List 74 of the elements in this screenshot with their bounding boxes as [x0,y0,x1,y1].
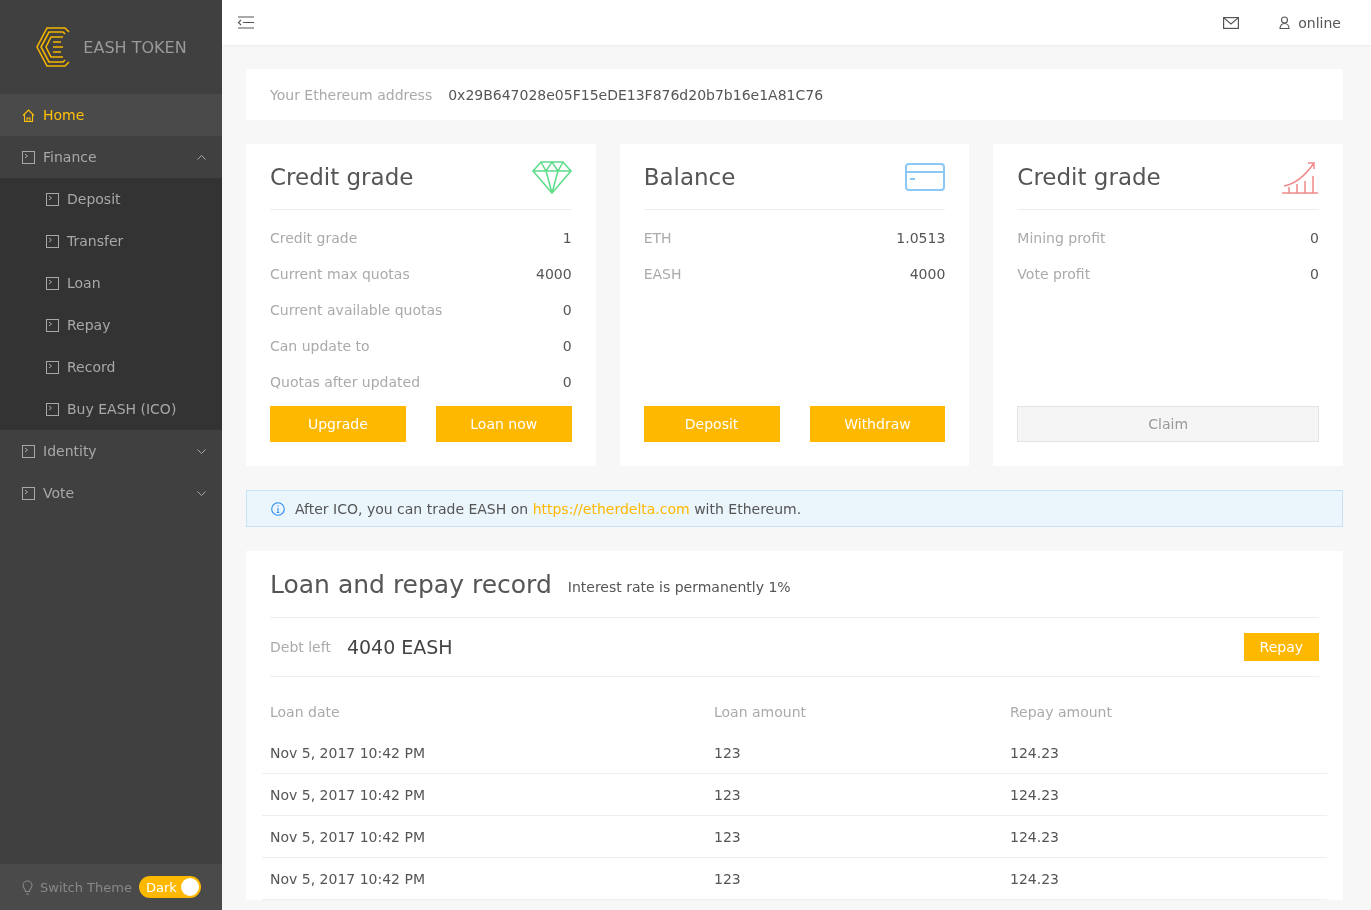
row-label: Current available quotas [270,302,443,318]
row-value: 0 [562,374,572,390]
debt-value: 4040 EASH [346,636,454,658]
row-label: Credit grade [270,230,358,246]
card-title: Credit grade [1017,163,1161,190]
page-icon [46,318,59,332]
row-label: Vote profit [1017,266,1091,282]
address-value: 0x29B647028e05F15eDE13F876d20b7b16e1A81C76 [448,86,824,103]
row-value: 1 [562,230,572,246]
row-label: Mining profit [1017,230,1106,246]
notice-text: After ICO, you can trade EASH on https://etherdelta.com with Ethereum. [295,500,802,517]
sidebar-item[interactable]: Vote [0,472,222,514]
table-cell: Nov 5, 2017 10:42 PM [262,732,706,774]
sidebar-item[interactable]: Home [0,94,222,136]
submenu-item[interactable]: Buy EASH (ICO) [0,388,222,430]
page-icon [22,486,35,500]
column-header: Loan date [269,702,341,722]
diamond-icon [531,159,572,194]
record-subtitle: Interest rate is permanently 1% [567,578,791,595]
table-cell: 123 [706,732,1002,774]
page-icon [46,192,59,206]
row-value: 4000 [536,266,572,282]
card-title: Credit grade [270,163,414,190]
row-label: Can update to [270,338,370,354]
page-icon [46,402,59,416]
rising-chart-icon [1281,159,1319,194]
submenu-item[interactable]: Deposit [0,178,222,220]
row-value: 0 [562,302,572,318]
table-cell: Nov 5, 2017 10:42 PM [262,773,706,816]
row-value: 0 [562,338,572,354]
table-cell: 124.23 [1002,773,1327,816]
card-title: Balance [643,163,736,190]
sidebar-item[interactable]: Finance [0,136,222,178]
submenu-item[interactable]: Loan [0,262,222,304]
sidebar-item[interactable]: Identity [0,430,222,472]
submenu-item[interactable]: Transfer [0,220,222,262]
submenu-item[interactable]: Repay [0,304,222,346]
debt-label: Debt left [270,639,331,655]
page-icon [46,360,59,374]
column-header: Repay amount [1009,702,1113,722]
row-label: ETH [643,230,672,246]
page-icon [46,276,59,290]
row-value: 4000 [909,266,946,282]
user-status[interactable]: online [1298,14,1341,31]
row-label: Current max quotas [270,266,410,282]
page-icon [22,444,35,458]
mail-icon[interactable] [1223,16,1240,29]
table-cell: 124.23 [1002,815,1327,858]
brand-name: EASH TOKEN [83,37,187,57]
table-cell: 124.23 [1002,732,1327,774]
page-icon [46,234,59,248]
menu-icon[interactable] [237,16,254,29]
credit-card-icon [905,162,946,191]
table-cell: Nov 5, 2017 10:42 PM [262,857,706,900]
row-label: Quotas after updated [270,374,421,390]
address-label: Your Ethereum address [270,86,433,103]
lightbulb-icon [22,879,33,895]
user-icon [1279,16,1291,29]
submenu-item[interactable]: Record [0,346,222,388]
column-header: Loan amount [713,702,808,722]
row-value: 0 [1310,266,1319,282]
row-label: EASH [643,266,682,282]
home-icon [22,108,35,122]
table-cell: Nov 5, 2017 10:42 PM [262,815,706,858]
row-value: 0 [1310,230,1319,246]
table-cell: 124.23 [1002,857,1327,900]
record-title: Loan and repay record [270,569,552,599]
info-icon [271,501,285,516]
table-cell: 123 [706,773,1002,816]
table-cell: 123 [706,815,1002,858]
table-cell: 123 [706,857,1002,900]
page-icon [22,150,35,164]
switch-theme-label: Switch Theme [40,879,132,895]
row-value: 1.0513 [896,230,946,246]
